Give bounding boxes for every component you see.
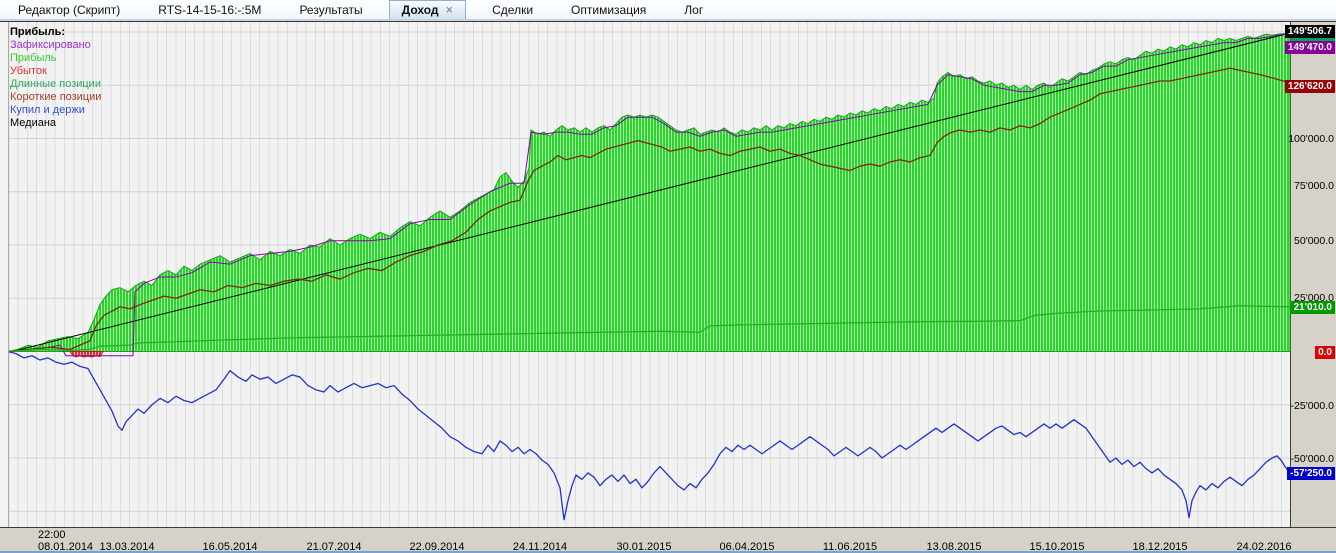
x-axis-date-label: 15.10.2015 [1029, 541, 1085, 553]
x-axis-date-label: 13.03.2014 [99, 541, 155, 553]
x-axis-date-label: 24.02.2016 [1236, 541, 1292, 553]
value-badge: 149'506.7 [1284, 25, 1335, 38]
legend-item: Длинные позиции [10, 78, 101, 90]
x-axis-date-label: 11.06.2015 [822, 541, 878, 553]
y-axis-label: 100'000.0 [1288, 133, 1334, 145]
value-badge: 0.0 [1315, 346, 1335, 359]
legend-item: Зафиксировано [10, 39, 91, 51]
series-layer [8, 32, 1291, 521]
x-axis-date-label: 22.09.2014 [409, 541, 465, 553]
kupil-i-derzhi-line [8, 350, 1291, 521]
chart-canvas [8, 22, 1291, 527]
legend-item: Медиана [10, 117, 57, 129]
y-axis-label: -50'000.0 [1290, 453, 1334, 465]
x-axis-date-label: 24.11.2014 [512, 541, 568, 553]
x-axis-date-label: 08.01.2014 [38, 541, 94, 553]
value-badge: 126'620.0 [1284, 80, 1335, 93]
x-axis-date-label: 30.01.2015 [616, 541, 672, 553]
legend-item: Прибыль [10, 52, 57, 64]
value-badge: 149'470.0 [1284, 41, 1335, 54]
x-axis-date-label: 13.08.2015 [926, 541, 982, 553]
legend-title: Прибыль: [10, 26, 65, 38]
x-axis-date-label: 18.12.2015 [1132, 541, 1188, 553]
x-axis-date-label: 21.07.2014 [306, 541, 362, 553]
legend-item: Убыток [10, 65, 47, 77]
time-of-day-label: 22:00 [38, 529, 66, 541]
x-axis-date-label: 06.04.2015 [719, 541, 775, 553]
legend-item: Купил и держи [10, 104, 85, 116]
x-axis-date-label: 16.05.2014 [202, 541, 258, 553]
value-badge: 21'010.0 [1290, 301, 1335, 314]
value-badge: -57'250.0 [1287, 467, 1335, 480]
y-axis-label: 75'000.0 [1294, 180, 1334, 192]
legend-item: Короткие позиции [10, 91, 102, 103]
chart-legend: Прибыль: Зафиксировано Прибыль Убыток Длинн… [10, 26, 101, 130]
y-axis-label: 50'000.0 [1294, 235, 1334, 247]
value-axis-strip: 100'000.0 75'000.0 50'000.0 25'000.0 -25'000… [1284, 21, 1336, 528]
y-axis-label: -25'000.0 [1290, 400, 1334, 412]
time-axis-strip: 22:00 08.01.2014 13.03.2014 16.05.2014 21.07… [0, 529, 1336, 553]
